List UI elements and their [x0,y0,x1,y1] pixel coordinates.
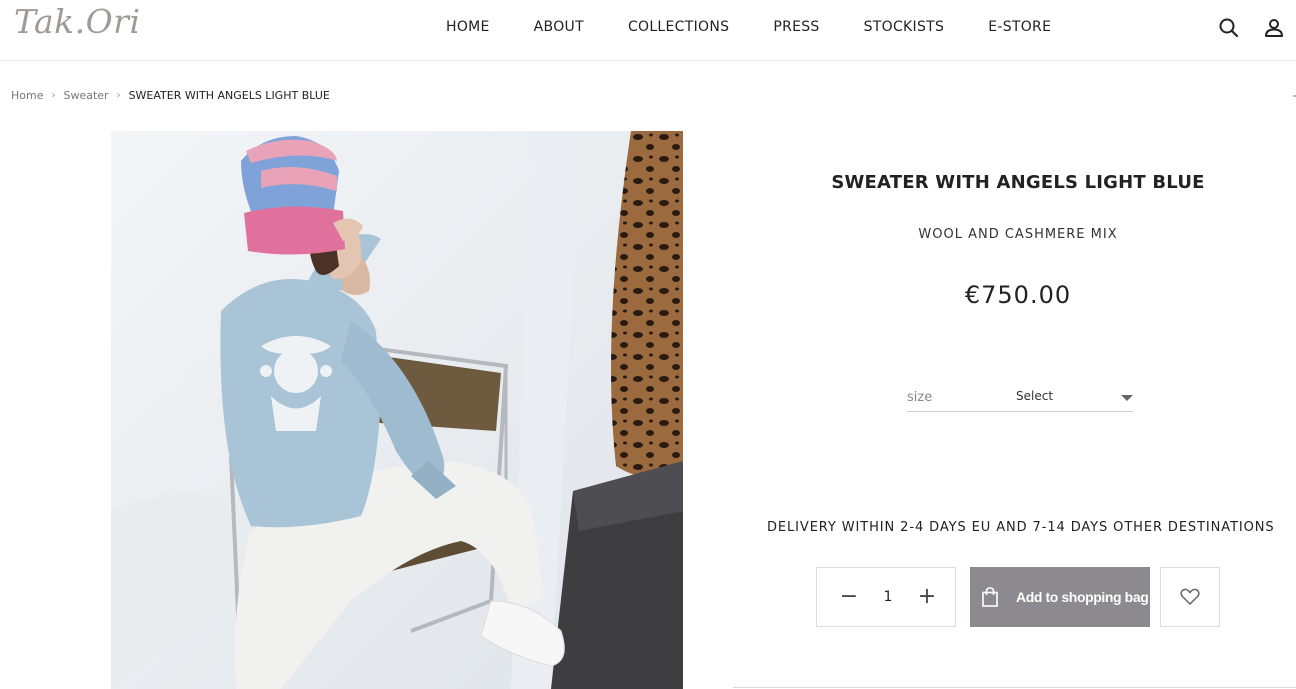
size-select[interactable]: size Select [907,382,1133,412]
nav-press[interactable]: PRESS [773,19,819,35]
add-to-bag-button[interactable]: Add to shopping bag [970,567,1150,627]
product-image[interactable] [111,131,683,689]
size-value: Select [1016,389,1054,403]
chevron-right-icon: › [51,90,56,101]
search-icon[interactable] [1218,17,1240,39]
chevron-right-icon: › [116,90,121,101]
product-price: €750.00 [964,281,1072,309]
quantity-decrease-button[interactable]: − [839,586,859,608]
nav-collections[interactable]: COLLECTIONS [628,19,729,35]
divider [733,687,1296,688]
product-photo [111,131,683,689]
user-icon[interactable] [1263,17,1285,39]
quantity-increase-button[interactable]: + [917,586,937,608]
heart-icon [1180,588,1200,605]
nav-stockists[interactable]: STOCKISTS [864,19,945,35]
nav-home[interactable]: HOME [446,19,490,35]
size-label: size [907,390,933,405]
brand-logo[interactable]: Tak.Ori [14,2,141,41]
wishlist-button[interactable] [1160,567,1220,627]
nav-about[interactable]: ABOUT [534,19,584,35]
product-info-panel: SWEATER WITH ANGELS LIGHT BLUE WOOL AND … [733,131,1296,689]
caret-down-icon [1121,395,1133,401]
nav-e-store[interactable]: E-STORE [988,19,1051,35]
product-title: SWEATER WITH ANGELS LIGHT BLUE [831,172,1205,193]
quantity-value[interactable]: 1 [884,589,893,605]
brand-logo-text: Tak.Ori [14,2,141,41]
shopping-bag-icon [982,587,998,607]
delivery-info: DELIVERY WITHIN 2-4 DAYS EU AND 7-14 DAY… [767,520,1275,535]
add-to-bag-label: Add to shopping bag [1016,589,1149,605]
product-subtitle: WOOL AND CASHMERE MIX [918,227,1118,242]
breadcrumb-sweater[interactable]: Sweater [63,89,108,102]
breadcrumb: Home › Sweater › SWEATER WITH ANGELS LIG… [11,89,330,102]
quantity-stepper: − 1 + [816,567,956,627]
breadcrumb-home[interactable]: Home [11,89,43,102]
breadcrumb-current: SWEATER WITH ANGELS LIGHT BLUE [128,89,330,102]
site-header: Tak.Ori HOME ABOUT COLLECTIONS PRESS STO… [0,0,1296,61]
main-nav: HOME ABOUT COLLECTIONS PRESS STOCKISTS E… [446,19,1095,35]
